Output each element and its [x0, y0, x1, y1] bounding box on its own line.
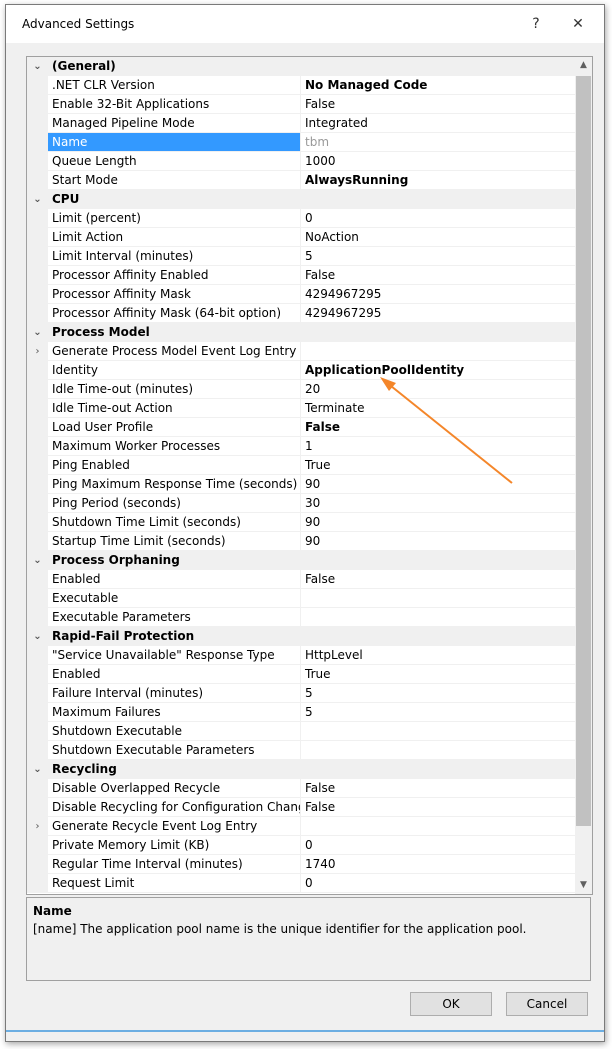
annotation-arrow	[380, 377, 513, 484]
arrow-shaft	[385, 381, 513, 484]
